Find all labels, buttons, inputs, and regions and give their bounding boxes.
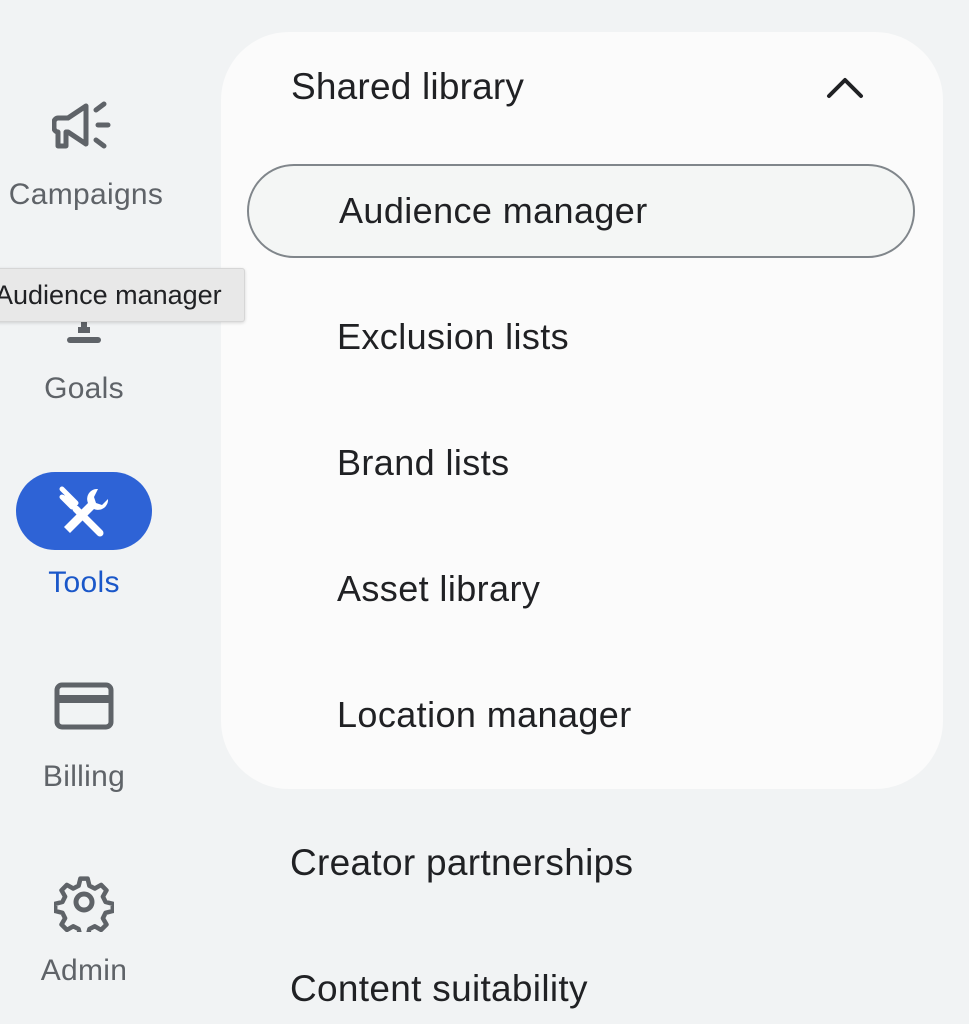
rail-item-admin[interactable]: Admin (0, 872, 168, 1002)
menu-item-label: Audience manager (339, 190, 648, 231)
shared-library-header[interactable]: Shared library (221, 32, 943, 142)
menu-item-asset-library[interactable]: Asset library (247, 542, 915, 636)
section-creator-partnerships[interactable]: Creator partnerships (290, 842, 633, 884)
menu-item-exclusion-lists[interactable]: Exclusion lists (247, 290, 915, 384)
rail-item-campaigns[interactable]: Campaigns (0, 90, 168, 220)
menu-item-label: Brand lists (337, 442, 510, 483)
tooltip: Audience manager (0, 268, 245, 322)
shared-library-card: Shared library Audience manager Exclusio… (221, 32, 943, 789)
menu-item-audience-manager[interactable]: Audience manager (247, 164, 915, 258)
section-title: Shared library (291, 66, 525, 107)
chevron-up-icon[interactable] (825, 72, 865, 102)
menu-item-brand-lists[interactable]: Brand lists (247, 416, 915, 510)
rail-item-billing[interactable]: Billing (0, 682, 168, 802)
credit-card-icon (54, 682, 114, 730)
rail-item-tools[interactable]: Tools (0, 472, 168, 612)
section-content-suitability[interactable]: Content suitability (290, 968, 588, 1010)
gear-icon (54, 872, 114, 932)
menu-item-label: Location manager (337, 694, 632, 735)
rail-label-goals: Goals (44, 372, 124, 405)
tools-icon (16, 472, 152, 550)
nav-rail: Campaigns Goals Tools Billing Admin (0, 0, 168, 1024)
menu-item-label: Asset library (337, 568, 541, 609)
app-screen: Campaigns Goals Tools Billing Admin Audi… (0, 0, 969, 1024)
rail-label-billing: Billing (42, 760, 126, 793)
rail-label-tools: Tools (48, 566, 120, 599)
rail-label-admin: Admin (40, 954, 128, 987)
megaphone-icon (52, 96, 116, 156)
menu-item-label: Exclusion lists (337, 316, 570, 357)
rail-label-campaigns: Campaigns (8, 178, 164, 211)
menu-item-location-manager[interactable]: Location manager (247, 668, 915, 762)
